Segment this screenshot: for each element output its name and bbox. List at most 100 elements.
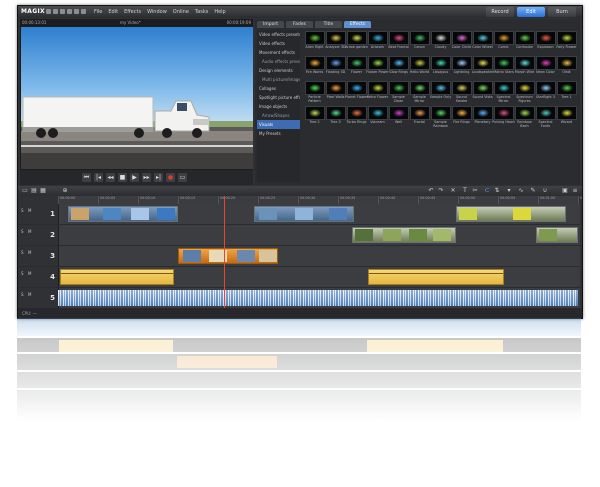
visual-effect-item[interactable]: Tree 2 [303, 106, 326, 128]
link-icon[interactable]: ⊂ [484, 188, 490, 194]
menu-item-edit[interactable]: Edit [108, 9, 118, 15]
title-clip[interactable] [368, 269, 504, 285]
visual-effect-item[interactable]: Lightning [450, 56, 473, 78]
split-icon[interactable]: ⇅ [494, 188, 500, 194]
visual-effect-item[interactable]: Neon Color [534, 56, 557, 78]
video-clip[interactable] [536, 227, 578, 243]
redo-icon[interactable]: ↷ [438, 188, 444, 194]
visual-effect-item[interactable]: Canon [408, 31, 431, 53]
category-item[interactable]: Movement effects [257, 48, 300, 57]
menu-item-effects[interactable]: Effects [124, 9, 141, 15]
rewind-button[interactable]: ◂◂ [106, 173, 115, 182]
category-item[interactable]: Image objects [257, 102, 300, 111]
open-icon[interactable] [53, 9, 58, 14]
visual-effect-item[interactable]: Planet Flower [345, 81, 368, 103]
visual-effect-item[interactable]: Pulsing Heart [492, 106, 515, 128]
menu-icon[interactable]: ≡ [572, 188, 578, 194]
mute-button[interactable]: M [28, 292, 31, 297]
forward-button[interactable]: ▸▸ [142, 173, 151, 182]
visual-effect-item[interactable]: Arrow garden [345, 31, 368, 53]
scene-view-icon[interactable]: ▦ [40, 188, 46, 194]
track-lane[interactable] [58, 267, 580, 287]
timeline-ruler[interactable]: 00:00:00 00:00:05 00:00:10 00:00:15 00:00:20… [58, 196, 582, 204]
visual-effect-item[interactable]: Alien flight [303, 31, 326, 53]
track-lane[interactable] [58, 246, 580, 266]
track-lane[interactable] [58, 225, 580, 245]
play-button[interactable]: ▶ [130, 173, 139, 182]
visual-effect-item[interactable]: Glow Rings [387, 56, 410, 78]
visual-effect-item[interactable]: Sound Smoke [450, 81, 473, 103]
mode-burn-button[interactable]: Burn [548, 7, 576, 17]
visual-effect-item[interactable]: Explosion [534, 31, 557, 53]
save-icon[interactable] [60, 9, 65, 14]
video-clip[interactable] [68, 206, 178, 222]
visual-effect-item[interactable]: Sound Vista [471, 81, 494, 103]
mute-button[interactable]: M [28, 250, 31, 255]
record-button[interactable]: ● [166, 173, 175, 182]
category-item[interactable]: Collages [257, 84, 300, 93]
visual-effect-item[interactable]: Tree 3 [324, 106, 347, 128]
visual-effect-item[interactable]: Starflight 3 [534, 81, 557, 103]
visual-effect-item[interactable]: Cloudy [429, 31, 452, 53]
playhead[interactable] [224, 196, 225, 308]
title-clip[interactable] [60, 269, 174, 285]
category-item[interactable]: Audio effects presets [257, 57, 300, 66]
category-item[interactable]: Video effects presets [257, 30, 300, 39]
magnet-icon[interactable]: ∪ [542, 188, 548, 194]
undo-icon[interactable]: ↶ [428, 188, 434, 194]
visual-effect-item[interactable]: Orbit [555, 56, 578, 78]
visual-effect-item[interactable]: Color Wheel [471, 31, 494, 53]
visual-effect-item[interactable]: Loudspeaker [471, 56, 494, 78]
visual-effect-item[interactable]: Voiceam [366, 106, 389, 128]
pen-icon[interactable]: ✎ [530, 188, 536, 194]
category-item[interactable]: Arrow/Shapes [257, 111, 300, 120]
mode-edit-button[interactable]: Edit [517, 7, 545, 17]
solo-button[interactable]: S [21, 250, 24, 255]
visual-effect-item[interactable]: Sample Clean [387, 81, 410, 103]
redo-icon[interactable] [74, 9, 79, 14]
text-icon[interactable]: T [462, 188, 468, 194]
cut-icon[interactable]: ✂ [472, 188, 478, 194]
visual-effect-item[interactable]: Flower [345, 56, 368, 78]
storyboard-view-icon[interactable]: ▤ [31, 188, 37, 194]
visual-effect-item[interactable]: Confusion [513, 31, 536, 53]
track-view-icon[interactable]: ▭ [22, 188, 28, 194]
visual-effect-item[interactable]: Spectral Mirror [492, 81, 515, 103]
visual-effect-item[interactable]: Fractal [408, 106, 431, 128]
image-clip[interactable] [178, 248, 278, 264]
solo-button[interactable]: S [21, 271, 24, 276]
mute-button[interactable]: M [28, 271, 31, 276]
solo-button[interactable]: S [21, 208, 24, 213]
tab-import[interactable]: Import [257, 21, 284, 28]
curve-icon[interactable]: ∿ [518, 188, 524, 194]
marker-icon[interactable]: ▾ [506, 188, 512, 194]
video-clip[interactable] [254, 206, 354, 222]
video-clip[interactable] [352, 227, 456, 243]
track-lane[interactable] [58, 204, 580, 224]
visual-effect-item[interactable]: Sample Mirror [408, 81, 431, 103]
zoom-icon[interactable]: ⊕ [62, 188, 68, 194]
visual-effect-item[interactable]: Beat Fractal [387, 31, 410, 53]
mute-button[interactable]: M [28, 229, 31, 234]
visual-effect-item[interactable]: Color Circle [450, 31, 473, 53]
video-clip[interactable] [456, 206, 566, 222]
visual-effect-item[interactable]: Flower Power [366, 56, 389, 78]
category-item[interactable]: Design elements [257, 66, 300, 75]
visual-effect-item[interactable]: Retro Flower [366, 81, 389, 103]
stop-button[interactable]: ■ [118, 173, 127, 182]
visual-effect-item[interactable]: Tree 1 [555, 81, 578, 103]
visual-effect-item[interactable]: Particle Pattern [303, 81, 326, 103]
visual-effect-item[interactable]: Lissajous [429, 56, 452, 78]
category-item[interactable]: Visuals [257, 120, 300, 129]
tab-title[interactable]: Title [315, 21, 342, 28]
visual-effect-item[interactable]: Hello World [408, 56, 431, 78]
visual-effect-item[interactable]: Artwork [366, 31, 389, 53]
undo-icon[interactable] [67, 9, 72, 14]
to-start-button[interactable]: ⏮ [82, 173, 91, 182]
visual-effect-item[interactable]: Spectral Fonts [534, 106, 557, 128]
menu-item-window[interactable]: Window [147, 9, 167, 15]
menu-item-help[interactable]: Help [214, 9, 225, 15]
visual-effect-item[interactable]: Matrix Stars [492, 56, 515, 78]
category-item[interactable]: Multi picture/Image [257, 75, 300, 84]
visual-effect-item[interactable]: Rainbow Bach [513, 106, 536, 128]
